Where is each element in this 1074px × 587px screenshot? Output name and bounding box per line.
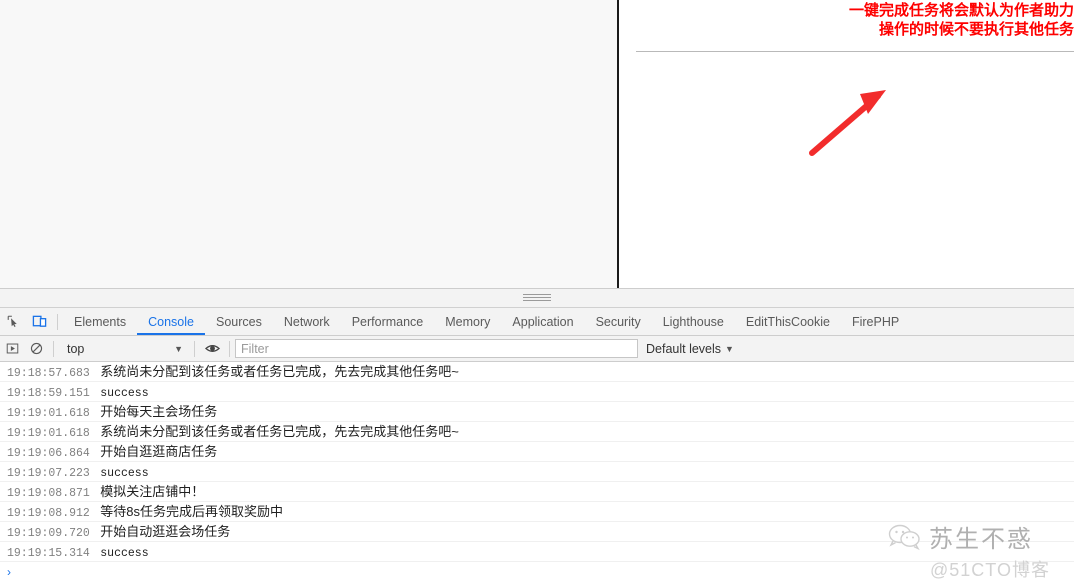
divider-rule [636, 51, 1074, 52]
console-filter-input[interactable] [235, 339, 638, 358]
devtools-panel: Elements Console Sources Network Perform… [0, 288, 1074, 587]
console-sidebar-eye-icon[interactable] [200, 337, 224, 361]
tab-console[interactable]: Console [137, 309, 205, 335]
clear-console-icon[interactable] [24, 337, 48, 361]
console-log-row: 19:19:08.871 模拟关注店铺中！ [0, 482, 1074, 502]
inspect-element-icon[interactable] [0, 309, 26, 335]
log-timestamp: 19:19:08.912 [7, 507, 90, 520]
log-message: success [100, 547, 149, 560]
log-message: 系统尚未分配到该任务或者任务已完成，先去完成其他任务吧~ [100, 364, 459, 379]
warning-notice: 一键完成任务将会默认为作者助力 操作的时候不要执行其他任务 [614, 1, 1074, 39]
filterbar-separator-1 [53, 340, 54, 357]
log-timestamp: 19:19:07.223 [7, 467, 90, 480]
console-log-row: 19:18:57.683 系统尚未分配到该任务或者任务已完成，先去完成其他任务吧… [0, 362, 1074, 382]
chevron-down-icon: ▼ [174, 343, 183, 354]
log-message: 开始自逛逛商店任务 [100, 444, 218, 459]
execute-context-icon[interactable] [0, 337, 24, 361]
log-message: success [100, 387, 149, 400]
tab-network[interactable]: Network [273, 309, 341, 335]
tab-security[interactable]: Security [585, 309, 652, 335]
tab-application[interactable]: Application [501, 309, 584, 335]
devtools-resize-handle[interactable] [0, 289, 1074, 308]
console-log-row: 19:19:01.618 系统尚未分配到该任务或者任务已完成，先去完成其他任务吧… [0, 422, 1074, 442]
console-log-levels-selector[interactable]: Default levels ▼ [646, 342, 734, 356]
console-context-label: top [67, 341, 85, 356]
resize-grip-icon [523, 294, 551, 301]
devtools-tabbar: Elements Console Sources Network Perform… [0, 308, 1074, 336]
log-timestamp: 19:18:59.151 [7, 387, 90, 400]
log-message: success [100, 467, 149, 480]
log-timestamp: 19:19:01.618 [7, 407, 90, 420]
console-filter-bar: top ▼ Default levels ▼ [0, 336, 1074, 362]
log-message: 模拟关注店铺中！ [100, 484, 205, 499]
log-timestamp: 19:19:06.864 [7, 447, 90, 460]
toolbar-separator [57, 313, 58, 330]
console-log-row: 19:19:06.864 开始自逛逛商店任务 [0, 442, 1074, 462]
log-message: 开始每天主会场任务 [100, 404, 218, 419]
log-message: 系统尚未分配到该任务或者任务已完成，先去完成其他任务吧~ [100, 424, 459, 439]
console-log-row: 19:18:59.151 success [0, 382, 1074, 402]
console-log-list[interactable]: 19:18:57.683 系统尚未分配到该任务或者任务已完成，先去完成其他任务吧… [0, 362, 1074, 587]
log-message: 等待8s任务完成后再领取奖励中 [100, 504, 284, 519]
tab-performance[interactable]: Performance [341, 309, 435, 335]
device-toolbar-icon[interactable] [26, 309, 52, 335]
console-log-row: 19:19:01.618 开始每天主会场任务 [0, 402, 1074, 422]
filterbar-separator-2 [194, 340, 195, 357]
log-timestamp: 19:18:57.683 [7, 367, 90, 380]
tab-memory[interactable]: Memory [434, 309, 501, 335]
prompt-caret-icon: › [7, 565, 11, 579]
warning-line-2: 操作的时候不要执行其他任务 [878, 21, 1074, 38]
log-timestamp: 19:19:08.871 [7, 487, 90, 500]
tab-elements[interactable]: Elements [63, 309, 137, 335]
chevron-down-icon: ▼ [725, 343, 734, 354]
tab-lighthouse[interactable]: Lighthouse [652, 309, 735, 335]
filterbar-separator-3 [229, 340, 230, 357]
browser-page-viewport: 一键完成任务将会默认为作者助力 操作的时候不要执行其他任务 快递小哥送货 每天签… [0, 0, 1074, 288]
log-timestamp: 19:19:09.720 [7, 527, 90, 540]
tab-firephp[interactable]: FirePHP [841, 309, 910, 335]
log-timestamp: 19:19:15.314 [7, 547, 90, 560]
screenshot-root: 一键完成任务将会默认为作者助力 操作的时候不要执行其他任务 快递小哥送货 每天签… [0, 0, 1074, 587]
tab-sources[interactable]: Sources [205, 309, 273, 335]
warning-line-1: 一键完成任务将会默认为作者助力 [848, 2, 1074, 19]
console-context-selector[interactable]: top ▼ [59, 339, 189, 359]
page-content-frame: 一键完成任务将会默认为作者助力 操作的时候不要执行其他任务 快递小哥送货 每天签… [617, 0, 1074, 288]
console-log-row: 19:19:07.223 success [0, 462, 1074, 482]
console-log-row: 19:19:08.912 等待8s任务完成后再领取奖励中 [0, 502, 1074, 522]
log-timestamp: 19:19:01.618 [7, 427, 90, 440]
tab-editthiscookie[interactable]: EditThisCookie [735, 309, 841, 335]
console-log-row: 19:19:15.314 success [0, 542, 1074, 562]
console-prompt[interactable]: › [0, 562, 1074, 582]
log-levels-label: Default levels [646, 341, 722, 356]
log-message: 开始自动逛逛会场任务 [100, 524, 231, 539]
console-log-row: 19:19:09.720 开始自动逛逛会场任务 [0, 522, 1074, 542]
